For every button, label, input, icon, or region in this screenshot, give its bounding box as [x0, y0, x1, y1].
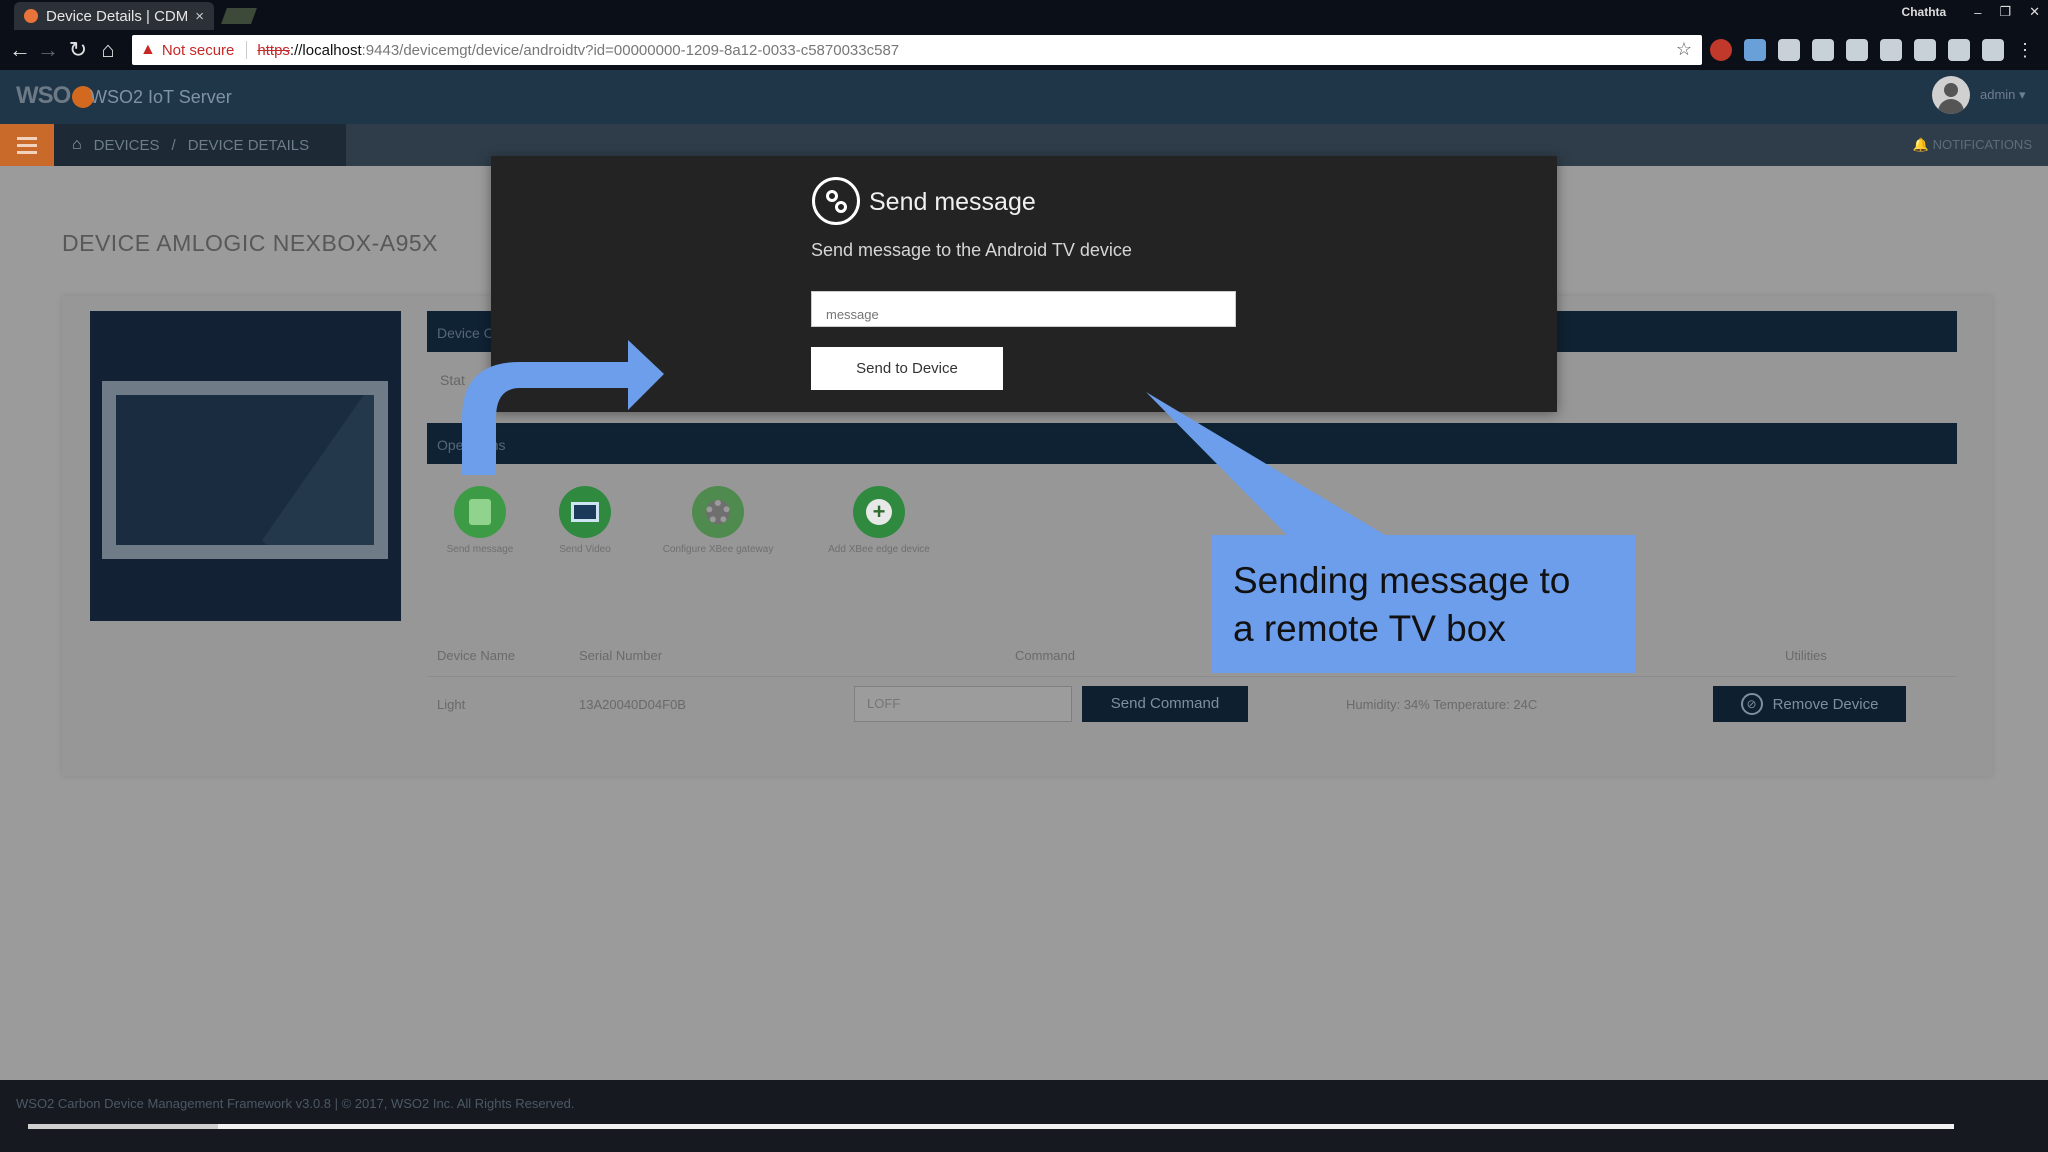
browser-tab-strip: Device Details | CDM × Chathta – ❐ ✕	[0, 0, 2048, 30]
warning-icon: ▲	[140, 41, 156, 58]
window-user-label: Chathta	[1901, 5, 1947, 19]
logo-text: WSO	[16, 82, 71, 109]
remove-icon: ⊘	[1740, 693, 1763, 715]
address-divider	[246, 41, 248, 59]
app-title: WSO2 IoT Server	[90, 87, 232, 107]
status-label: Stat	[440, 372, 465, 388]
send-command-button[interactable]: Send Command	[1082, 686, 1248, 722]
tab-close-button[interactable]: ×	[195, 8, 204, 25]
breadcrumb-separator: /	[171, 136, 176, 154]
modal-title: Send message	[869, 188, 1036, 216]
send-to-device-button[interactable]: Send to Device	[811, 347, 1003, 390]
breadcrumb-devices[interactable]: DEVICES	[94, 137, 160, 154]
cell-device-name: Light	[437, 697, 466, 712]
callout-line-1: Sending message to	[1233, 560, 1571, 601]
bookmark-star-icon[interactable]: ☆	[1676, 39, 1692, 60]
footer-text: WSO2 Carbon Device Management Framework …	[16, 1096, 575, 1111]
message-icon	[454, 486, 506, 538]
operation-configure-xbee-gateway[interactable]: Configure XBee gateway	[648, 486, 788, 555]
extension-icon[interactable]	[1948, 39, 1970, 61]
breadcrumb-device-details[interactable]: DEVICE DETAILS	[188, 137, 309, 154]
reload-icon[interactable]: ↻	[64, 36, 92, 64]
browser-tab[interactable]: Device Details | CDM ×	[14, 2, 214, 30]
breadcrumb-home-icon[interactable]: ⌂	[72, 136, 82, 154]
message-input[interactable]	[811, 291, 1236, 327]
breadcrumb: ⌂ DEVICES / DEVICE DETAILS	[54, 124, 346, 166]
new-tab-button[interactable]	[221, 8, 257, 24]
footer: WSO2 Carbon Device Management Framework …	[0, 1080, 2048, 1152]
tv-screen-icon	[102, 381, 388, 559]
operation-send-video[interactable]: Send Video	[515, 486, 655, 555]
browser-toolbar: ← → ↻ ⌂ ▲ Not secure https ://localhost …	[0, 30, 2048, 70]
device-image	[90, 311, 401, 621]
monitor-icon	[559, 486, 611, 538]
extension-icon[interactable]	[1982, 39, 2004, 61]
column-device-name: Device Name	[437, 648, 516, 663]
extension-icon[interactable]	[1710, 39, 1732, 61]
home-icon[interactable]: ⌂	[94, 36, 122, 64]
restore-button[interactable]: ❐	[1999, 4, 2011, 20]
table-divider	[427, 676, 1957, 677]
command-input[interactable]: LOFF	[854, 686, 1072, 722]
back-icon[interactable]: ←	[6, 36, 34, 64]
operation-label: Configure XBee gateway	[662, 544, 774, 555]
extension-icon[interactable]	[1744, 39, 1766, 61]
operation-label: Add XBee edge device	[828, 544, 930, 555]
forward-icon[interactable]: →	[34, 36, 62, 64]
message-operation-icon	[812, 177, 860, 225]
extension-icon[interactable]	[1846, 39, 1868, 61]
column-serial-number: Serial Number	[579, 648, 663, 663]
extension-icons: ⋮	[1710, 39, 2034, 61]
operations-header-label: Operations	[437, 437, 506, 453]
extension-icon[interactable]	[1778, 39, 1800, 61]
extension-icon[interactable]	[1914, 39, 1936, 61]
hamburger-menu-icon[interactable]	[0, 124, 54, 166]
browser-menu-icon[interactable]: ⋮	[2016, 39, 2034, 61]
minimize-button[interactable]: –	[1974, 5, 1981, 20]
page-title: DEVICE AMLOGIC NEXBOX-A95X	[62, 230, 439, 256]
cell-serial-number: 13A20040D04F0B	[579, 697, 686, 712]
window-controls: Chathta – ❐ ✕	[1902, 0, 2040, 24]
video-progress-fill	[28, 1124, 218, 1129]
notifications-label: NOTIFICATIONS	[1932, 137, 2032, 152]
column-utilities: Utilities	[1785, 648, 1827, 663]
operation-add-xbee-edge-device[interactable]: + Add XBee edge device	[809, 486, 949, 555]
wso2-logo: WSO	[16, 82, 95, 110]
gear-icon	[692, 486, 744, 538]
callout-line-2: a remote TV box	[1233, 608, 1506, 649]
extension-icon[interactable]	[1812, 39, 1834, 61]
extension-icon[interactable]	[1880, 39, 1902, 61]
security-label: Not secure	[161, 41, 235, 59]
operations-header: Operations	[427, 423, 1957, 464]
favicon-icon	[24, 9, 38, 23]
plus-icon: +	[853, 486, 905, 538]
device-details-header-label: Device C	[437, 325, 494, 341]
annotation-callout: Sending message to a remote TV box	[1211, 535, 1636, 673]
tab-title: Device Details | CDM	[46, 7, 188, 25]
video-progress-track[interactable]	[28, 1124, 1954, 1129]
url-path: :9443/devicemgt/device/androidtv?id=0000…	[361, 41, 900, 59]
remove-device-label: Remove Device	[1772, 695, 1879, 713]
url-host: ://localhost	[289, 41, 362, 59]
app-header: WSO WSO2 IoT Server	[0, 70, 2048, 124]
column-command: Command	[1015, 648, 1075, 663]
address-bar[interactable]: ▲ Not secure https ://localhost :9443/de…	[132, 35, 1702, 65]
close-window-button[interactable]: ✕	[2029, 4, 2040, 20]
remove-device-button[interactable]: ⊘ Remove Device	[1713, 686, 1906, 722]
user-menu[interactable]: admin ▾	[1980, 87, 2026, 103]
sensor-status-text: Humidity: 34% Temperature: 24C	[1346, 697, 1538, 712]
modal-subtitle: Send message to the Android TV device	[811, 240, 1132, 260]
url-scheme: https	[257, 41, 290, 59]
user-avatar-icon[interactable]	[1932, 76, 1970, 114]
operation-label: Send Video	[559, 544, 611, 555]
notifications-link[interactable]: 🔔 NOTIFICATIONS	[1913, 137, 2032, 153]
